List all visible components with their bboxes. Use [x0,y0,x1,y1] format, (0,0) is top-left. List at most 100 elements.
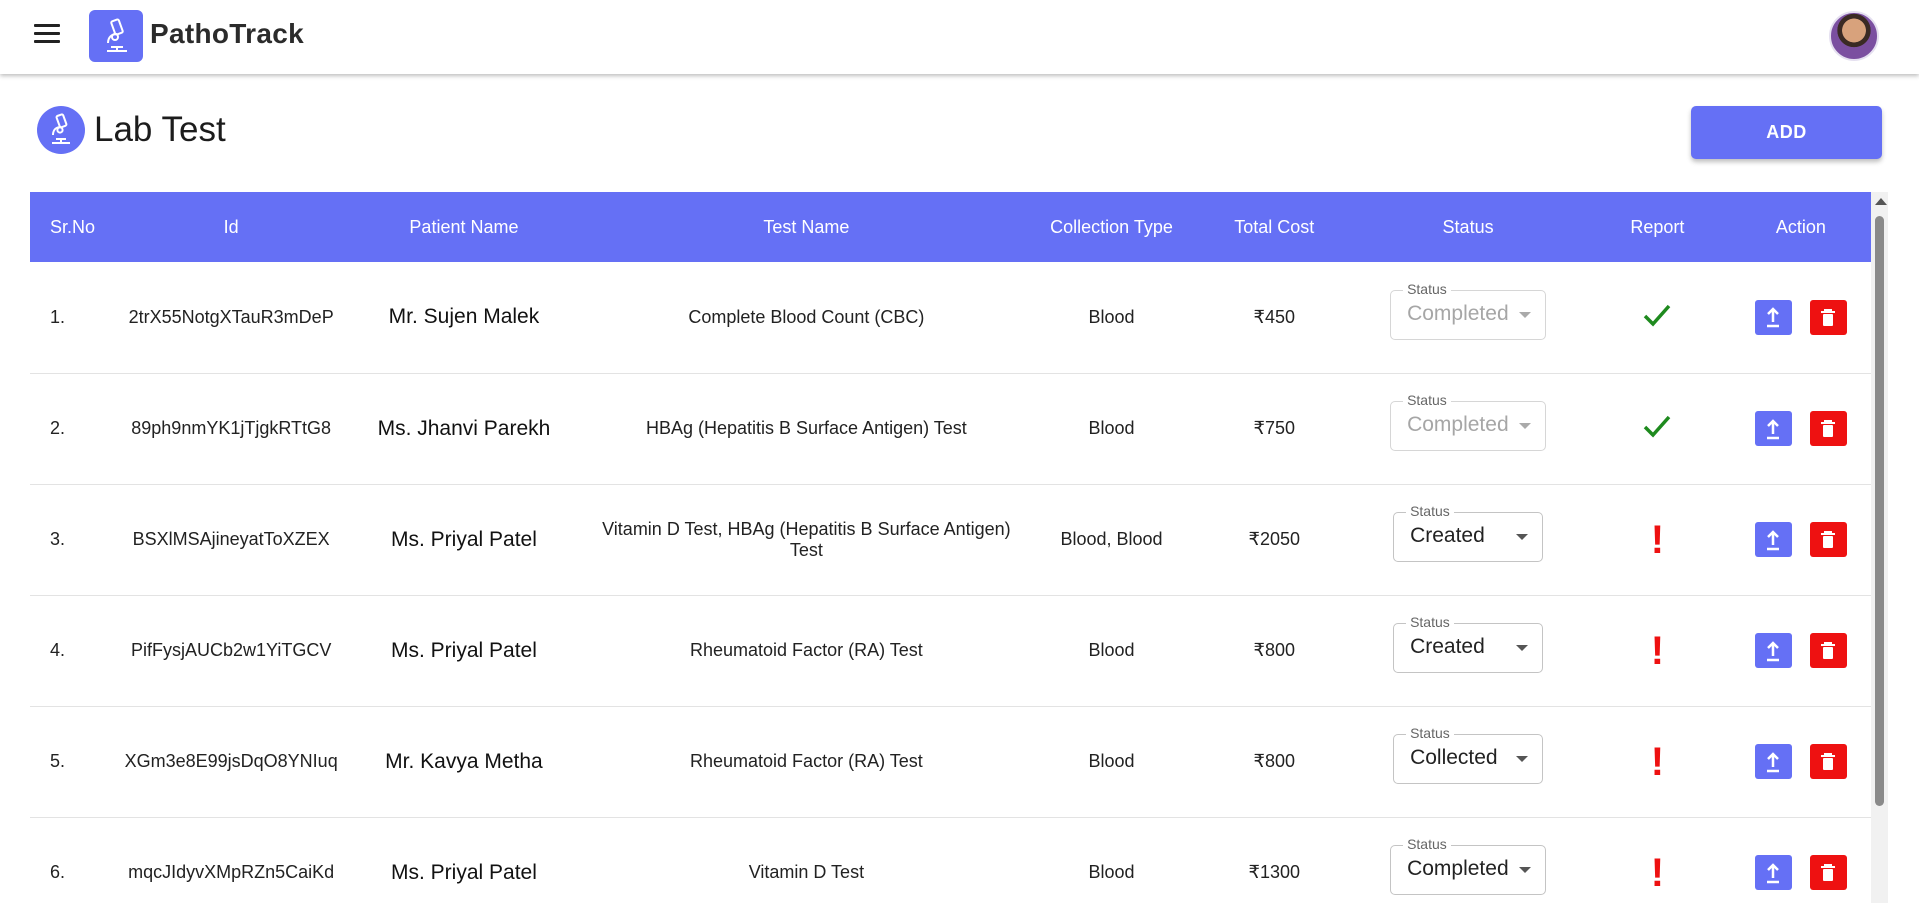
cell-collection-type: Blood [1026,817,1197,903]
upload-icon [1767,418,1780,439]
add-button[interactable]: ADD [1691,106,1882,159]
upload-icon [1767,751,1780,772]
cell-status: Status Created [1352,595,1584,707]
status-select-label: Status [1403,392,1451,408]
cell-total-cost: ₹450 [1196,262,1353,374]
upload-icon [1767,529,1780,550]
header-total-cost: Total Cost [1234,216,1315,237]
cell-test-name: Rheumatoid Factor (RA) Test [586,706,1027,818]
cell-patient-name: Ms. Priyal Patel [341,595,587,707]
status-select-value: Collected [1410,746,1498,769]
exclamation-icon: ! [1650,628,1665,673]
cell-report [1583,262,1731,374]
cell-srno: 2. [30,373,121,485]
cell-srno: 1. [30,262,121,374]
cell-id: 2trX55NotgXTauR3mDeP [120,262,342,374]
cell-id: BSXlMSAjineyatToXZEX [120,484,342,596]
header-collection-type: Collection Type [1050,216,1173,237]
delete-button[interactable] [1809,744,1847,779]
status-select: Status Completed [1390,280,1547,340]
cell-status: Status Created [1352,484,1584,596]
cell-id: PifFysjAUCb2w1YiTGCV [120,595,342,707]
check-icon [1644,304,1671,327]
trash-icon [1821,531,1836,548]
header-srno: Sr.No [50,216,96,237]
status-select-label: Status [1403,280,1451,297]
cell-status: Status Collected [1352,706,1584,818]
table-scrollbar[interactable] [1871,192,1888,903]
chevron-down-icon [1519,423,1532,429]
trash-icon [1821,753,1836,770]
scroll-thumb[interactable] [1875,216,1884,806]
lab-test-table: Sr.No Id Patient Name Test Name Collecti… [30,192,1871,903]
table-row: 6. mqcJIdyvXMpRZn5CaiKd Ms. Priyal Patel Vi… [30,817,1871,903]
user-avatar[interactable] [1829,11,1879,61]
cell-total-cost: ₹1300 [1196,817,1353,903]
chevron-down-icon [1516,756,1529,762]
header-id: Id [223,216,239,237]
status-select-value: Completed [1407,857,1509,880]
table-row: 5. XGm3e8E99jsDqO8YNIuq Mr. Kavya Metha Rhe… [30,706,1871,818]
cell-report [1583,373,1731,485]
status-select-value: Completed [1407,301,1509,325]
cell-action [1730,373,1871,485]
upload-report-button[interactable] [1754,633,1792,668]
cell-action [1730,262,1871,374]
exclamation-icon: ! [1650,850,1665,895]
cell-srno: 5. [30,706,121,818]
delete-button[interactable] [1809,299,1847,335]
trash-icon [1821,308,1836,326]
status-select-value: Completed [1407,413,1509,436]
lab-test-icon [37,106,85,154]
status-select: Status Completed [1390,392,1547,451]
delete-button[interactable] [1809,411,1847,446]
status-select-value: Created [1410,635,1485,658]
upload-report-button[interactable] [1754,855,1792,890]
status-select-label: Status [1406,614,1454,630]
delete-button[interactable] [1809,522,1847,557]
status-select[interactable]: Status Created [1393,503,1544,562]
upload-report-button[interactable] [1754,744,1792,779]
cell-action [1730,595,1871,707]
app-title: PathoTrack [150,18,304,49]
table-row: 3. BSXlMSAjineyatToXZEX Ms. Priyal Patel Vi… [30,484,1871,596]
hamburger-icon[interactable] [34,24,60,46]
cell-collection-type: Blood [1026,262,1197,374]
upload-report-button[interactable] [1754,522,1792,557]
cell-test-name: HBAg (Hepatitis B Surface Antigen) Test [586,373,1027,485]
delete-button[interactable] [1809,855,1847,890]
chevron-down-icon [1519,311,1532,318]
upload-report-button[interactable] [1754,411,1792,446]
upload-icon [1767,862,1780,883]
status-select[interactable]: Status Completed [1390,836,1547,895]
cell-srno: 3. [30,484,121,596]
cell-status: Status Completed [1352,373,1584,485]
upload-report-button[interactable] [1754,299,1792,335]
cell-id: 89ph9nmYK1jTjgkRTtG8 [120,373,342,485]
header-action: Action [1775,216,1826,237]
cell-id: XGm3e8E99jsDqO8YNIuq [120,706,342,818]
microscope-icon [89,10,143,62]
cell-srno: 6. [30,817,121,903]
status-select-value: Created [1410,524,1485,547]
upload-icon [1767,307,1780,328]
status-select[interactable]: Status Created [1393,614,1544,673]
status-select-label: Status [1406,503,1454,519]
cell-test-name: Vitamin D Test, HBAg (Hepatitis B Surfac… [586,484,1027,596]
cell-status: Status Completed [1352,262,1584,374]
header-test-name: Test Name [763,216,850,237]
status-select-label: Status [1406,725,1454,741]
cell-total-cost: ₹750 [1196,373,1353,485]
scroll-up-arrow-icon[interactable] [1875,198,1887,205]
exclamation-icon: ! [1650,739,1665,784]
cell-total-cost: ₹2050 [1196,484,1353,596]
delete-button[interactable] [1809,633,1847,668]
cell-report: ! [1583,484,1731,596]
cell-id: mqcJIdyvXMpRZn5CaiKd [120,817,342,903]
cell-action [1730,484,1871,596]
chevron-down-icon [1516,645,1529,651]
cell-srno: 4. [30,595,121,707]
status-select[interactable]: Status Collected [1393,725,1544,784]
page-title: Lab Test [94,110,226,149]
cell-report: ! [1583,595,1731,707]
